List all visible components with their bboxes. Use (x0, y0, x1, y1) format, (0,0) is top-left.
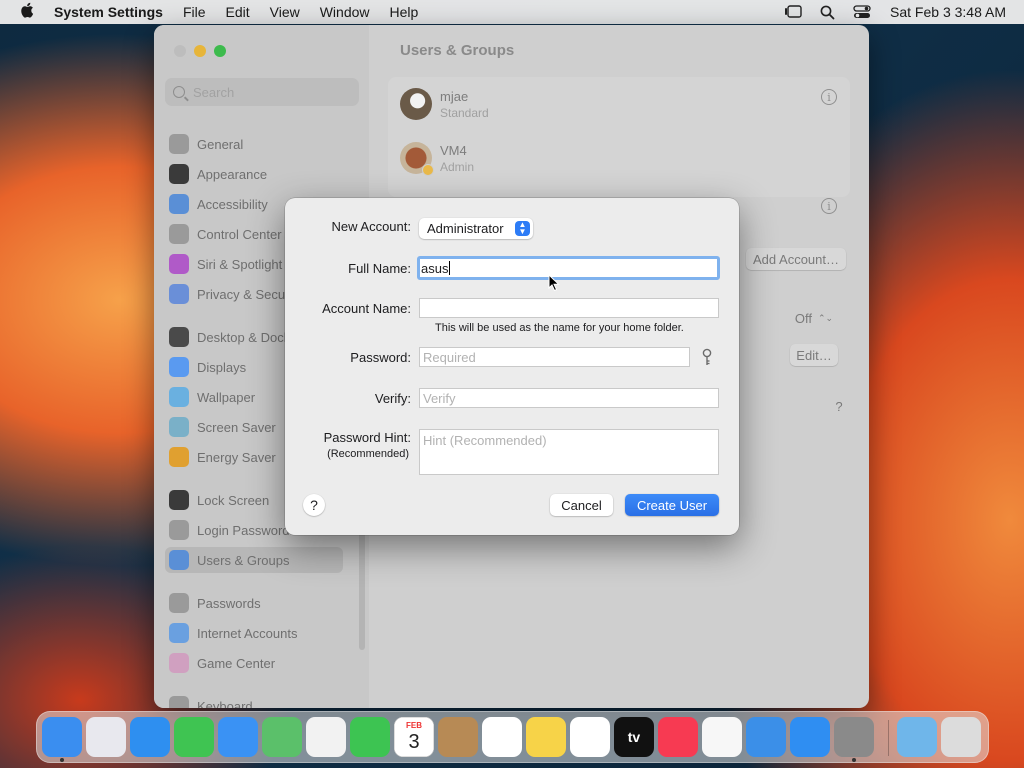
stage-manager-icon[interactable] (775, 5, 811, 19)
verify-placeholder: Verify (423, 390, 456, 406)
file-menu[interactable]: File (173, 0, 216, 24)
maps-icon[interactable] (262, 717, 302, 757)
edit-menu[interactable]: Edit (216, 0, 260, 24)
calendar-day: 3 (408, 731, 420, 753)
account-name-note: This will be used as the name for your h… (435, 322, 684, 334)
app-store-icon[interactable] (790, 717, 830, 757)
mail-icon[interactable] (218, 717, 258, 757)
menu-bar: System Settings File Edit View Window He… (0, 0, 1024, 24)
new-account-label: New Account: (331, 219, 412, 234)
password-assistant-key-icon[interactable] (701, 348, 713, 368)
finder-icon[interactable] (42, 717, 82, 757)
full-name-label: Full Name: (348, 261, 411, 276)
reminders-icon[interactable] (482, 717, 522, 757)
contacts-icon[interactable] (438, 717, 478, 757)
tv-label: tv (627, 729, 641, 745)
account-name-label: Account Name: (322, 301, 411, 316)
control-center-icon[interactable] (844, 5, 880, 19)
keynote-icon[interactable] (746, 717, 786, 757)
facetime-icon[interactable] (350, 717, 390, 757)
notes-icon[interactable] (526, 717, 566, 757)
text-caret (449, 261, 451, 275)
music-icon[interactable] (658, 717, 698, 757)
apple-menu-icon[interactable] (10, 2, 44, 22)
account-type-value: Administrator (427, 221, 504, 236)
messages-icon[interactable] (174, 717, 214, 757)
help-menu[interactable]: Help (380, 0, 429, 24)
password-hint-label: Password Hint: (323, 430, 411, 445)
news-icon[interactable] (702, 717, 742, 757)
mouse-pointer-icon (548, 273, 560, 292)
menu-clock[interactable]: Sat Feb 3 3:48 AM (880, 4, 1016, 20)
calendar-icon[interactable]: FEB 3 (394, 717, 434, 757)
photos-icon[interactable] (306, 717, 346, 757)
create-user-button[interactable]: Create User (625, 494, 719, 516)
app-menu[interactable]: System Settings (44, 0, 173, 24)
dock: FEB 3 tv (36, 711, 989, 763)
full-name-field[interactable]: asus (417, 256, 720, 280)
trash-icon[interactable] (941, 717, 981, 757)
window-menu[interactable]: Window (310, 0, 380, 24)
full-name-value: asus (421, 260, 449, 276)
calendar-month: FEB (406, 721, 422, 730)
running-indicator (852, 758, 856, 762)
password-hint-field[interactable]: Hint (Recommended) (419, 429, 719, 475)
popup-stepper-icon: ▲ ▼ (515, 221, 530, 236)
hint-placeholder: Hint (Recommended) (423, 433, 547, 448)
tv-icon[interactable]: tv (614, 717, 654, 757)
safari-icon[interactable] (130, 717, 170, 757)
spotlight-search-icon[interactable] (811, 5, 844, 20)
password-label: Password: (350, 350, 411, 365)
system-settings-icon[interactable] (834, 717, 874, 757)
running-indicator (60, 758, 64, 762)
view-menu[interactable]: View (260, 0, 310, 24)
new-account-dialog: New Account: Administrator ▲ ▼ Full Name:… (285, 198, 739, 535)
launchpad-icon[interactable] (86, 717, 126, 757)
password-field[interactable]: Required (419, 347, 690, 367)
verify-field[interactable]: Verify (419, 388, 719, 408)
password-hint-sublabel: (Recommended) (327, 448, 409, 460)
dialog-help-button[interactable]: ? (303, 494, 325, 516)
cancel-button[interactable]: Cancel (550, 494, 613, 516)
account-type-popup[interactable]: Administrator ▲ ▼ (419, 218, 533, 239)
downloads-folder-icon[interactable] (897, 717, 937, 757)
dock-separator (888, 720, 889, 756)
account-name-field[interactable] (419, 298, 719, 318)
password-placeholder: Required (423, 349, 476, 365)
freeform-icon[interactable] (570, 717, 610, 757)
verify-label: Verify: (374, 391, 411, 406)
